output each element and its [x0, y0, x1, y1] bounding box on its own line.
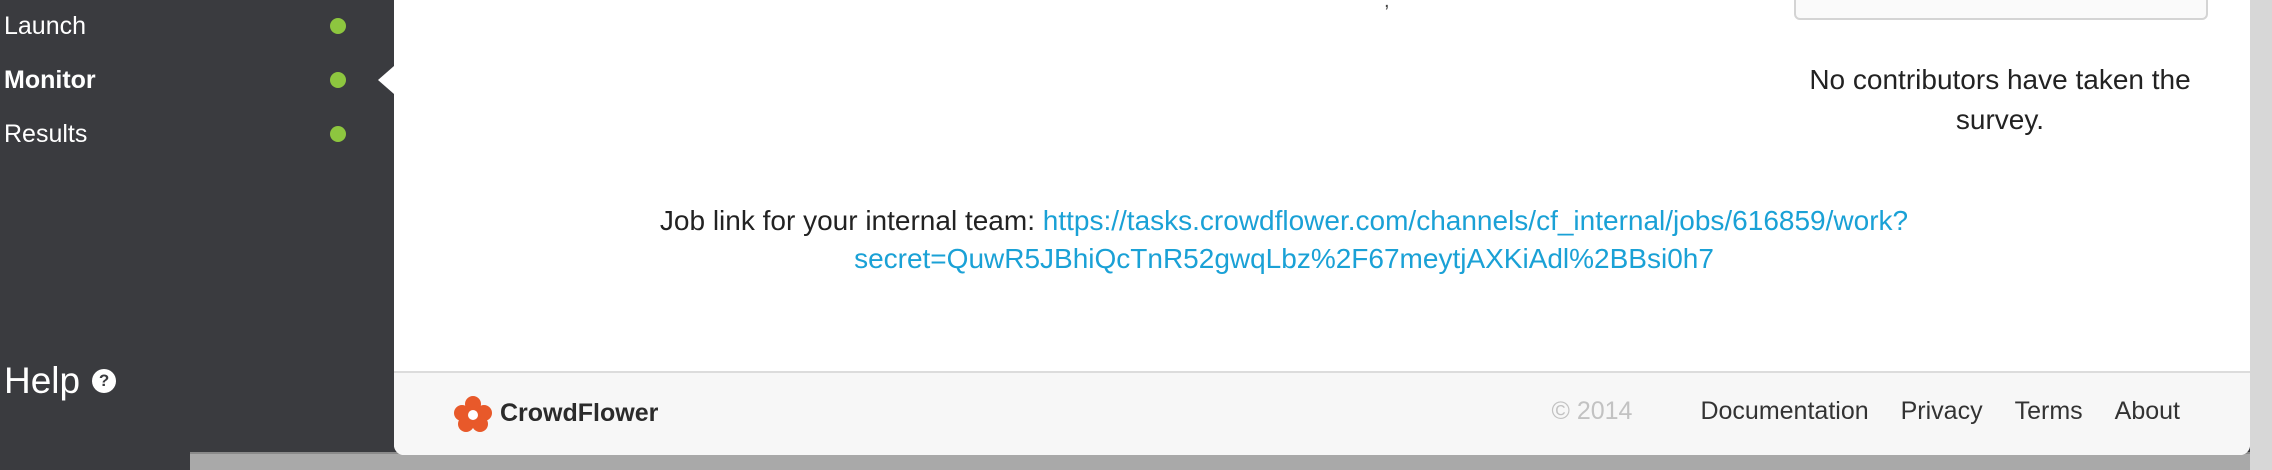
help-link[interactable]: Help ?: [4, 360, 117, 402]
sidebar-item-monitor[interactable]: Monitor: [4, 60, 364, 100]
sidebar: Launch Monitor Results Help ?: [0, 0, 394, 470]
footer-link-privacy[interactable]: Privacy: [1901, 397, 1983, 426]
status-dot-icon: [330, 126, 346, 142]
sidebar-item-launch[interactable]: Launch: [4, 6, 364, 46]
job-link-url-line2: secret=QuwR5JBhiQcTnR52gwqLbz%2F67meytjA…: [854, 243, 1714, 274]
footer: CrowdFlower © 2014 Documentation Privacy…: [394, 371, 2250, 455]
scrollbar-gutter: [2250, 0, 2272, 470]
footer-link-about[interactable]: About: [2115, 397, 2180, 426]
job-link-label: Job link for your internal team:: [659, 205, 1035, 236]
active-pointer-icon: [378, 66, 394, 94]
copyright: © 2014: [1551, 397, 1633, 425]
status-dot-icon: [330, 72, 346, 88]
brand[interactable]: CrowdFlower: [450, 393, 658, 433]
search-input[interactable]: [1794, 0, 2208, 20]
status-dot-icon: [330, 18, 346, 34]
footer-link-terms[interactable]: Terms: [2015, 397, 2083, 426]
help-label: Help: [4, 360, 81, 401]
question-circle-icon: ?: [92, 369, 117, 393]
footer-links: © 2014 Documentation Privacy Terms About: [1551, 397, 2180, 426]
footer-link-documentation[interactable]: Documentation: [1700, 397, 1868, 426]
sidebar-item-results[interactable]: Results: [4, 114, 364, 154]
sidebar-item-label: Launch: [4, 11, 87, 40]
job-link-url-line1: https://tasks.crowdflower.com/channels/c…: [1042, 205, 1909, 236]
crowdflower-logo: [454, 396, 492, 432]
sidebar-item-label: Monitor: [4, 65, 96, 94]
cutoff-text: ,: [1384, 0, 1390, 12]
main-panel: , No contributors have taken the survey.…: [394, 0, 2250, 455]
no-contributors-message: No contributors have taken the survey.: [1809, 64, 2191, 135]
brand-name: CrowdFlower: [500, 398, 659, 427]
sidebar-item-label: Results: [4, 119, 88, 148]
job-link-section: Job link for your internal team: https:/…: [454, 202, 2114, 278]
